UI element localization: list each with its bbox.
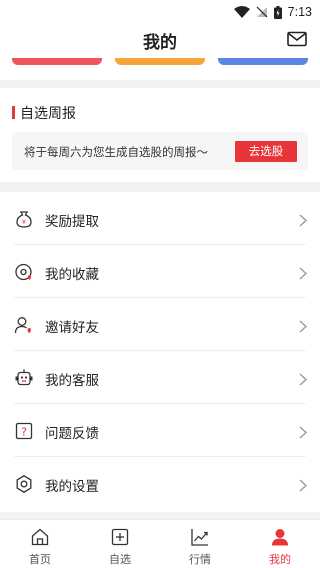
select-stocks-button[interactable]: 去选股 (235, 141, 297, 162)
no-signal-icon (256, 6, 268, 18)
chevron-right-icon (299, 265, 308, 280)
favorite-icon (14, 262, 34, 282)
menu-item-label: 我的设置 (45, 479, 99, 495)
wifi-icon (233, 6, 250, 18)
nav-label: 行情 (189, 553, 211, 566)
status-bar: 7:13 (0, 0, 320, 24)
robot-service-icon (14, 368, 34, 388)
money-bag-icon: ¥ (14, 209, 34, 229)
page-title: 我的 (143, 33, 177, 53)
menu-item-label: 邀请好友 (45, 320, 99, 336)
feedback-icon: ? (14, 421, 34, 441)
nav-watchlist[interactable]: 自选 (80, 520, 160, 568)
chevron-right-icon (299, 212, 308, 227)
menu-item-label: 奖励提取 (45, 214, 99, 230)
card-stub-3[interactable] (218, 58, 308, 65)
market-chart-icon (190, 527, 210, 547)
invite-user-icon (14, 315, 34, 335)
add-watchlist-icon (110, 527, 130, 547)
chevron-right-icon (299, 371, 308, 386)
menu-item-feedback[interactable]: ? 问题反馈 (0, 404, 320, 457)
mail-button[interactable] (287, 31, 307, 47)
menu-list: ¥ 奖励提取 我的收藏 邀请好友 我的客服 ? 问题反馈 我的设置 (0, 192, 320, 512)
nav-label: 首页 (29, 553, 51, 566)
menu-item-label: 问题反馈 (45, 426, 99, 442)
nav-label: 我的 (269, 553, 291, 566)
nav-profile[interactable]: 我的 (240, 520, 320, 568)
menu-item-customer-service[interactable]: 我的客服 (0, 351, 320, 404)
profile-icon (270, 527, 290, 547)
weekly-report-text: 将于每周六为您生成自选股的周报～ (24, 145, 208, 159)
bottom-nav: 首页 自选 行情 我的 (0, 519, 320, 568)
card-stub-1[interactable] (12, 58, 102, 65)
svg-text:¥: ¥ (22, 218, 26, 226)
nav-home[interactable]: 首页 (0, 520, 80, 568)
nav-label: 自选 (109, 553, 131, 566)
home-icon (30, 527, 50, 547)
card-stub-2[interactable] (115, 58, 205, 65)
chevron-right-icon (299, 424, 308, 439)
settings-gear-icon (14, 474, 34, 494)
status-time: 7:13 (287, 5, 312, 19)
cards-strip (0, 58, 320, 80)
chevron-right-icon (299, 477, 308, 492)
menu-item-invite-friends[interactable]: 邀请好友 (0, 298, 320, 351)
section-accent-bar (12, 106, 15, 119)
chevron-right-icon (299, 318, 308, 333)
menu-item-favorites[interactable]: 我的收藏 (0, 245, 320, 298)
menu-item-reward-withdraw[interactable]: ¥ 奖励提取 (0, 192, 320, 245)
nav-market[interactable]: 行情 (160, 520, 240, 568)
menu-item-settings[interactable]: 我的设置 (0, 457, 320, 510)
menu-item-label: 我的客服 (45, 373, 99, 389)
weekly-report-title: 自选周报 (20, 106, 76, 122)
battery-icon (273, 5, 282, 19)
mail-icon (287, 31, 307, 47)
header: 我的 (0, 24, 320, 58)
menu-item-label: 我的收藏 (45, 267, 99, 283)
svg-text:?: ? (21, 426, 27, 439)
